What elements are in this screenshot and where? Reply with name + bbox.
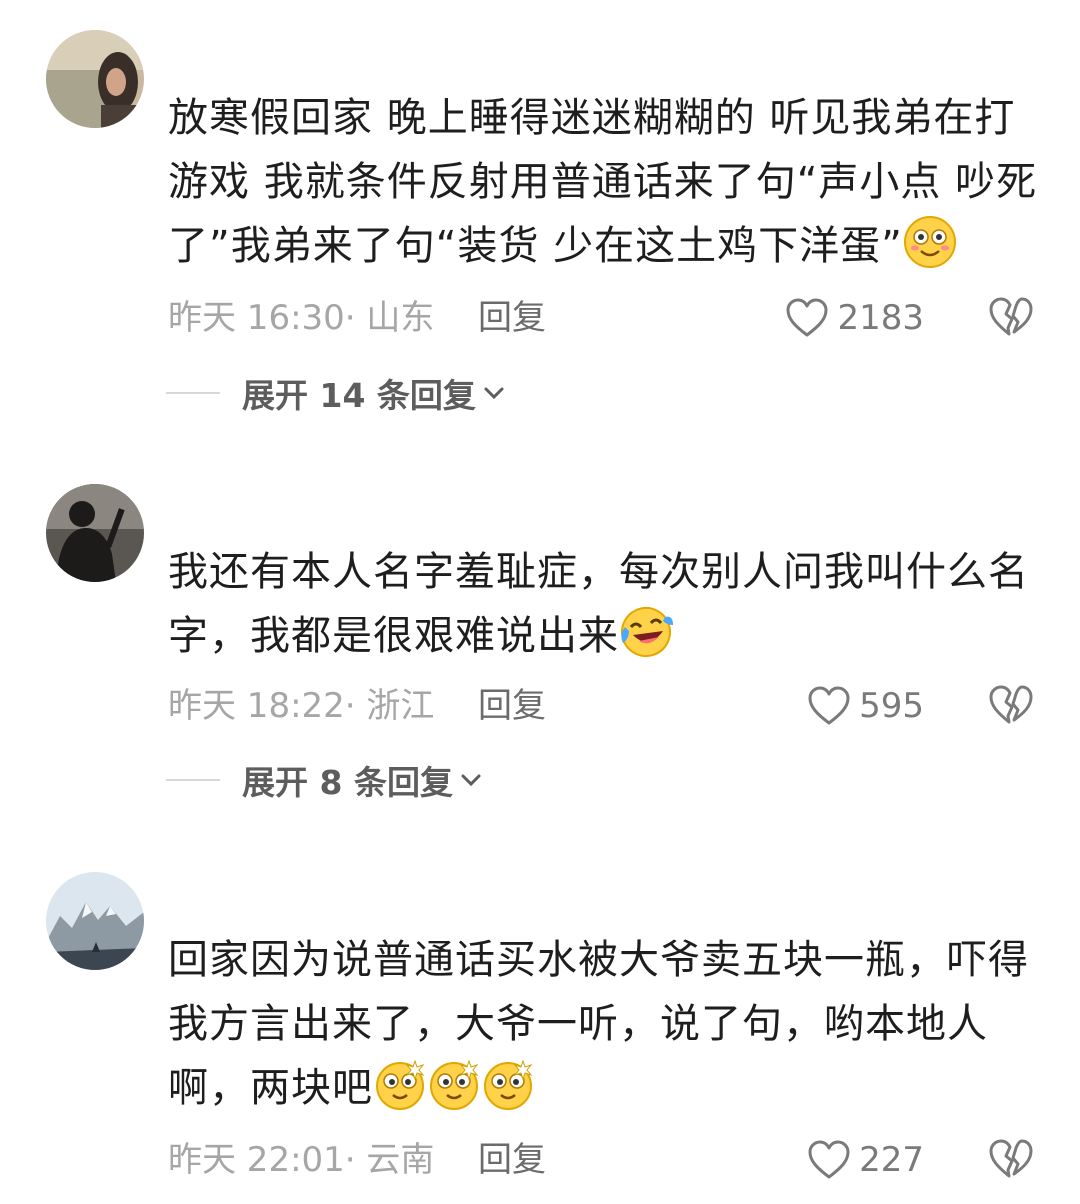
expand-replies-label: 展开 8 条回复 (242, 763, 453, 802)
dizzy-emoji (373, 1057, 427, 1111)
like-button[interactable]: 227 (807, 1138, 924, 1182)
laugh-cry-emoji (619, 605, 673, 659)
broken-heart-icon (989, 1139, 1033, 1178)
like-count: 227 (859, 1140, 924, 1180)
divider-line (166, 779, 220, 781)
like-count: 595 (859, 686, 924, 726)
reply-button[interactable]: 回复 (478, 1140, 546, 1180)
dislike-button[interactable] (988, 684, 1034, 728)
dizzy-emoji (427, 1057, 481, 1111)
chevron-down-icon (484, 387, 504, 400)
expand-replies-button[interactable]: 展开 8 条回复 (166, 760, 483, 802)
timestamp-location: 昨天 16:30· 山东 (168, 298, 435, 338)
broken-heart-icon (989, 297, 1033, 336)
comment-text: 我还有本人名字羞耻症，每次别人问我叫什么名字，我都是很艰难说出来 (168, 540, 1048, 668)
broken-heart-icon (989, 685, 1033, 724)
expand-replies-label: 展开 14 条回复 (242, 376, 476, 415)
dislike-button[interactable] (988, 296, 1034, 340)
smile-emoji (903, 215, 957, 269)
heart-icon (808, 1140, 850, 1179)
like-count: 2183 (837, 298, 924, 338)
reply-button[interactable]: 回复 (478, 298, 546, 338)
comment-text: 回家因为说普通话买水被大爷卖五块一瓶，吓得我方言出来了，大爷一听，说了句，哟本地… (168, 937, 1029, 1111)
comment-text: 放寒假回家 晚上睡得迷迷糊糊的 听见我弟在打游戏 我就条件反射用普通话来了句“声… (168, 95, 1038, 269)
dislike-button[interactable] (988, 1138, 1034, 1182)
avatar[interactable] (46, 872, 144, 970)
avatar[interactable] (46, 484, 144, 582)
like-button[interactable]: 2183 (785, 296, 924, 340)
timestamp-location: 昨天 22:01· 云南 (168, 1140, 435, 1180)
avatar[interactable] (46, 30, 144, 128)
dizzy-emoji (481, 1057, 535, 1111)
expand-replies-button[interactable]: 展开 14 条回复 (166, 373, 506, 415)
divider-line (166, 392, 220, 394)
like-button[interactable]: 595 (807, 684, 924, 728)
timestamp-location: 昨天 18:22· 浙江 (168, 686, 435, 726)
heart-icon (808, 686, 850, 725)
chevron-down-icon (461, 774, 481, 787)
heart-icon (786, 298, 828, 337)
reply-button[interactable]: 回复 (478, 686, 546, 726)
